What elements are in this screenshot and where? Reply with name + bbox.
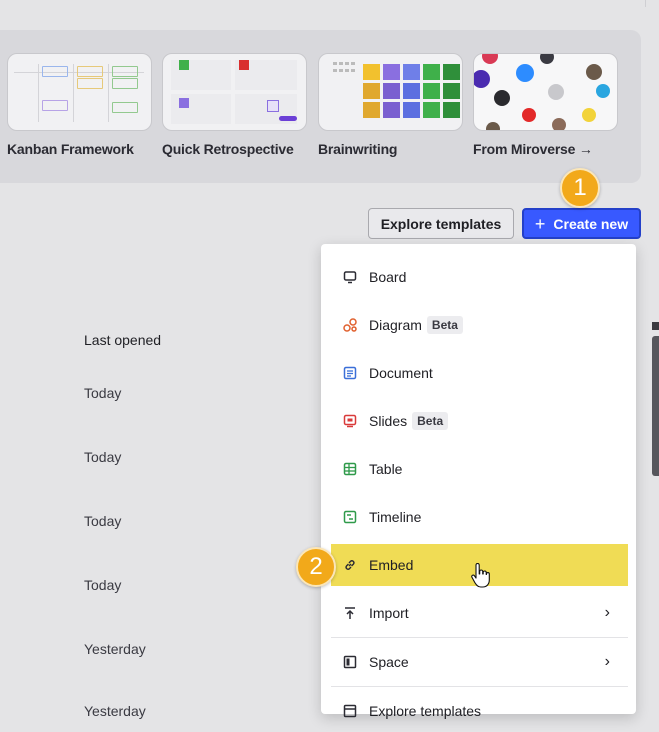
templates-icon: [341, 702, 359, 720]
document-icon: [341, 364, 359, 382]
step-badge-2: 2: [296, 547, 336, 587]
menu-item-diagram[interactable]: Diagram Beta: [331, 304, 628, 346]
template-kanban-framework[interactable]: Kanban Framework: [7, 53, 152, 157]
menu-item-label: Slides: [369, 413, 408, 429]
menu-item-label: Timeline: [369, 509, 422, 525]
board-icon: [341, 268, 359, 286]
template-thumbnail: [7, 53, 152, 131]
scrollbar-thumb[interactable]: [652, 336, 659, 476]
create-new-button[interactable]: + Create new: [522, 208, 641, 239]
template-thumbnail: [318, 53, 463, 131]
column-header-last-opened[interactable]: Last opened: [84, 332, 161, 348]
menu-item-slides[interactable]: Slides Beta: [331, 400, 628, 442]
template-label: From Miroverse →: [473, 141, 593, 157]
menu-item-label: Diagram: [369, 317, 422, 333]
template-thumbnail: [162, 53, 307, 131]
chevron-right-icon: ›: [604, 653, 610, 670]
menu-item-board[interactable]: Board: [331, 256, 628, 298]
hand-cursor-icon: [471, 563, 490, 588]
menu-item-table[interactable]: Table: [331, 448, 628, 490]
template-label: Brainwriting: [318, 141, 398, 157]
last-opened-cell: Today: [84, 513, 122, 529]
last-opened-cell: Yesterday: [84, 703, 146, 719]
last-opened-cell: Today: [84, 449, 122, 465]
chevron-right-icon: ›: [604, 604, 610, 621]
template-label: Kanban Framework: [7, 141, 134, 157]
last-opened-cell: Today: [84, 577, 122, 593]
menu-divider: [331, 637, 628, 638]
link-icon: [341, 556, 359, 574]
menu-item-label: Explore templates: [369, 703, 482, 719]
slides-icon: [341, 412, 359, 430]
upload-icon: [341, 604, 359, 622]
diagram-icon: [341, 316, 359, 334]
menu-item-document[interactable]: Document: [331, 352, 628, 394]
menu-item-label: Embed: [369, 557, 414, 573]
menu-item-space[interactable]: Space ›: [331, 641, 628, 683]
menu-item-explore-templates[interactable]: Explore templates: [331, 690, 628, 732]
menu-item-import[interactable]: Import ›: [331, 592, 628, 634]
timeline-icon: [341, 508, 359, 526]
menu-divider: [331, 686, 628, 687]
menu-item-label: Import: [369, 605, 409, 621]
template-from-miroverse[interactable]: From Miroverse →: [473, 53, 618, 157]
space-icon: [341, 653, 359, 671]
scrollbar-arrow[interactable]: [652, 322, 659, 330]
menu-item-timeline[interactable]: Timeline: [331, 496, 628, 538]
template-label: Quick Retrospective: [162, 141, 294, 157]
menu-item-label: Document: [369, 365, 433, 381]
template-quick-retrospective[interactable]: Quick Retrospective: [162, 53, 307, 157]
menu-item-label: Table: [369, 461, 403, 477]
plus-icon: +: [534, 213, 546, 234]
explore-templates-button[interactable]: Explore templates: [368, 208, 514, 239]
last-opened-cell: Today: [84, 385, 122, 401]
create-new-dropdown-menu: Board Diagram Beta Document Slides Beta …: [321, 244, 636, 719]
beta-badge: Beta: [412, 412, 449, 430]
beta-badge: Beta: [426, 316, 463, 334]
last-opened-cell: Yesterday: [84, 641, 146, 657]
menu-item-label: Space: [369, 654, 409, 670]
step-badge-1: 1: [560, 168, 600, 208]
table-icon: [341, 460, 359, 478]
template-thumbnail: [473, 53, 618, 131]
template-brainwriting[interactable]: Brainwriting: [318, 53, 463, 157]
templates-panel: Kanban Framework Quick Retrospective Bra…: [0, 30, 641, 183]
top-border: [0, 0, 646, 7]
create-new-label: Create new: [553, 215, 629, 232]
menu-item-label: Board: [369, 269, 407, 285]
